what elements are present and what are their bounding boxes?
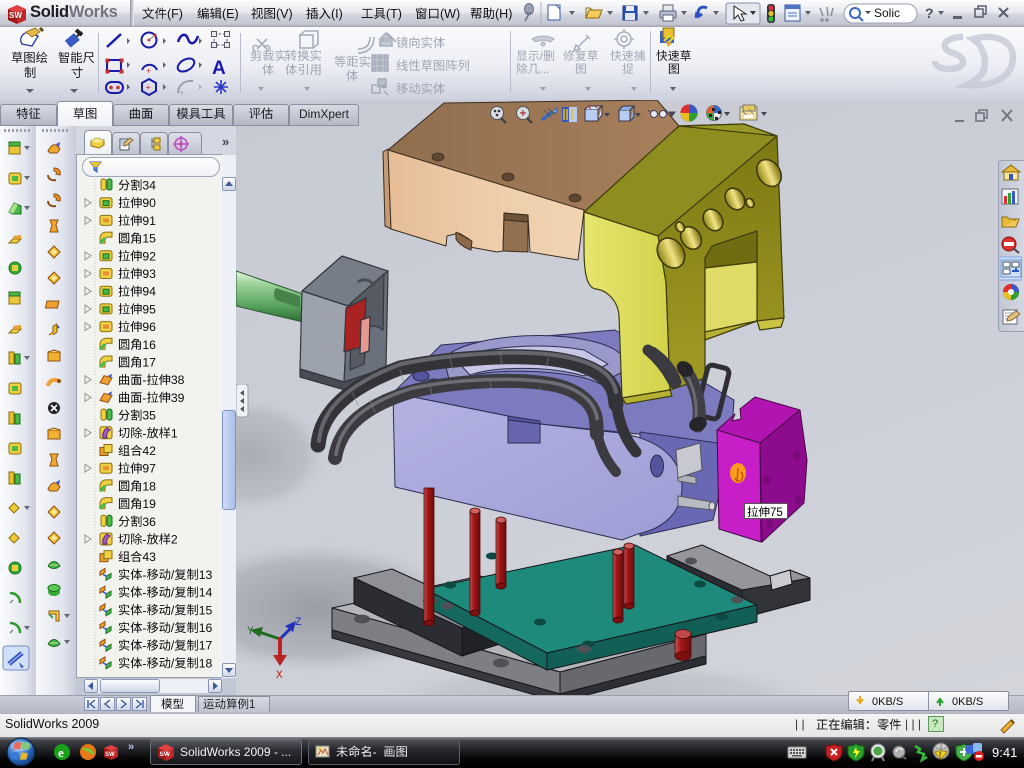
svg-text:A: A	[212, 58, 226, 79]
svg-text:0KB/S: 0KB/S	[872, 696, 903, 708]
svg-text:SW: SW	[105, 752, 115, 758]
svg-text:+: +	[179, 88, 184, 98]
svg-text:Y: Y	[247, 626, 254, 638]
svg-text:Z: Z	[295, 617, 302, 629]
svg-text:SW: SW	[160, 751, 171, 758]
svg-text:e: e	[58, 745, 64, 760]
svg-text:?: ?	[925, 5, 934, 21]
svg-text:X: X	[276, 670, 283, 682]
svg-text:»: »	[128, 741, 134, 753]
svg-text:+: +	[146, 66, 151, 76]
svg-text:!: !	[939, 751, 941, 760]
svg-text:SW: SW	[9, 11, 22, 20]
svg-text:9:41: 9:41	[992, 745, 1017, 760]
svg-text:0KB/S: 0KB/S	[952, 696, 983, 708]
svg-text:+: +	[146, 83, 151, 93]
svg-text:Solic: Solic	[874, 6, 900, 20]
